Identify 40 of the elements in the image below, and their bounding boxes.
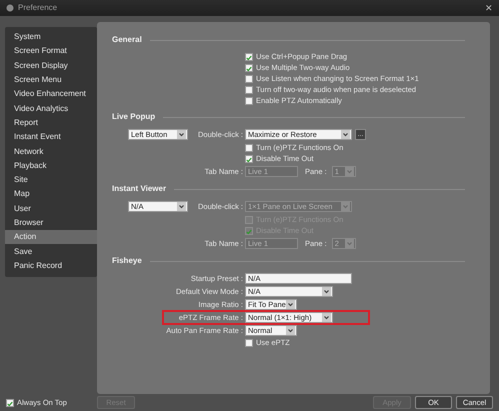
- sidebar-item[interactable]: Video Analytics: [5, 101, 97, 116]
- sidebar-item[interactable]: Action: [5, 230, 98, 244]
- checkbox[interactable]: [245, 338, 253, 346]
- sidebar-item[interactable]: User: [5, 202, 97, 216]
- sidebar-item[interactable]: Playback: [5, 158, 97, 173]
- dropdown-arrow-icon[interactable]: [286, 326, 295, 335]
- checkbox[interactable]: [245, 74, 253, 82]
- sidebar-item[interactable]: Screen Format: [5, 44, 97, 59]
- section-title: Instant Viewer: [112, 185, 166, 193]
- dropdown-arrow-icon[interactable]: [177, 130, 186, 139]
- sidebar-item[interactable]: Save: [5, 244, 97, 259]
- dropdown-arrow-icon[interactable]: [286, 300, 295, 309]
- sidebar-item[interactable]: Screen Menu: [5, 72, 97, 88]
- dropdown-arrow-icon[interactable]: [322, 313, 331, 322]
- checkbox[interactable]: [245, 64, 253, 72]
- sidebar-item[interactable]: Browser: [5, 216, 97, 230]
- sidebar-item[interactable]: Site: [5, 172, 97, 188]
- sidebar-item[interactable]: System: [5, 30, 97, 44]
- checkbox[interactable]: [245, 96, 253, 104]
- section-title: Live Popup: [112, 113, 156, 121]
- sidebar-item[interactable]: Network: [5, 144, 97, 159]
- sidebar-item[interactable]: Video Enhancement: [5, 87, 97, 102]
- checkbox[interactable]: [245, 144, 253, 152]
- section-title: Fisheye: [112, 257, 142, 265]
- sidebar-item[interactable]: Panic Record: [5, 258, 97, 274]
- sidebar-item[interactable]: Instant Event: [5, 130, 97, 144]
- window-title: Preference: [18, 4, 58, 12]
- checkbox[interactable]: [6, 398, 14, 406]
- checkbox[interactable]: [245, 52, 253, 60]
- dropdown-arrow-icon[interactable]: [341, 130, 350, 139]
- close-button[interactable]: ✕: [485, 4, 493, 12]
- sidebar-item[interactable]: Report: [5, 116, 97, 130]
- app-icon: [6, 4, 14, 12]
- dropdown-arrow-icon[interactable]: [322, 287, 331, 296]
- checkbox[interactable]: [245, 86, 253, 94]
- section-title: General: [112, 36, 142, 44]
- dropdown-arrow-icon[interactable]: [177, 202, 186, 211]
- checkbox[interactable]: [245, 154, 253, 162]
- sidebar-item[interactable]: Map: [5, 187, 97, 202]
- sidebar-item[interactable]: Screen Display: [5, 58, 97, 73]
